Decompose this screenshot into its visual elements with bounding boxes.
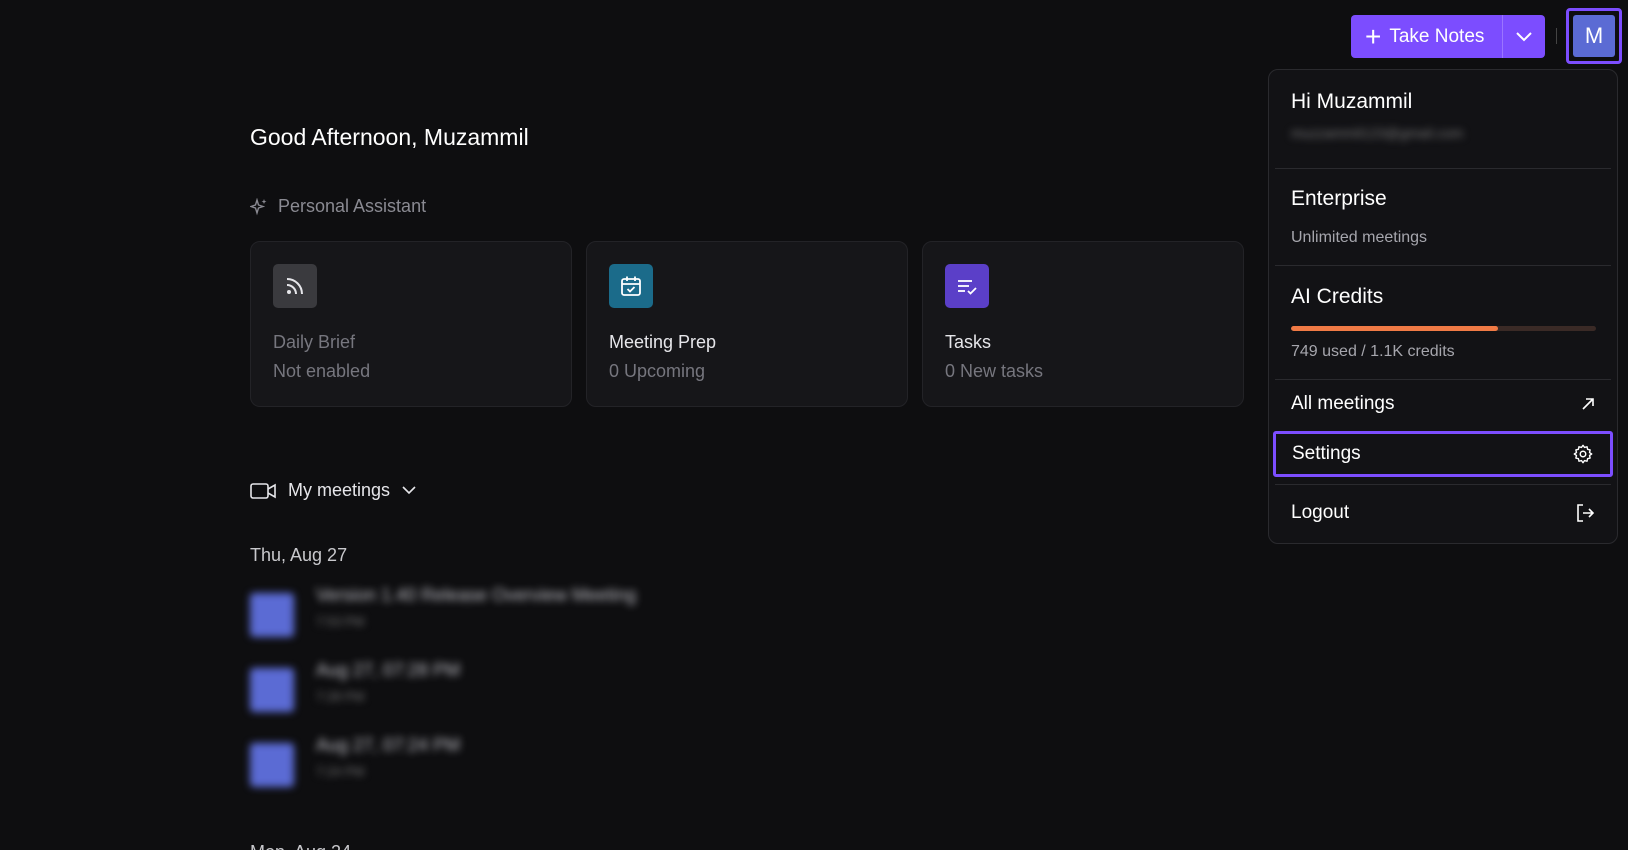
meeting-title: Version 1.40 Release Overview Meeting xyxy=(316,585,637,605)
divider xyxy=(1275,379,1611,380)
date-group-label: Thu, Aug 27 xyxy=(250,545,348,565)
card-title: Meeting Prep xyxy=(609,332,717,352)
gear-icon xyxy=(1573,444,1593,464)
date-group-label: Mon, Aug 24 xyxy=(250,842,351,850)
take-notes-dropdown-button[interactable] xyxy=(1503,15,1545,58)
page-title: Good Afternoon, Muzammil xyxy=(250,124,529,150)
credits-title: AI Credits xyxy=(1291,285,1384,308)
my-meetings-dropdown[interactable]: My meetings xyxy=(250,480,416,501)
take-notes-label: Take Notes xyxy=(1389,25,1485,47)
divider xyxy=(1275,168,1611,169)
logout-icon xyxy=(1577,504,1595,522)
meeting-prep-card[interactable]: Meeting Prep 0 Upcoming xyxy=(586,241,908,407)
meeting-thumbnail xyxy=(250,668,294,712)
meeting-list-item[interactable]: Aug 27, 07:24 PM 7:24 PM xyxy=(250,735,460,787)
divider xyxy=(1275,265,1611,266)
meeting-title: Aug 27, 07:28 PM xyxy=(316,660,461,680)
user-email: muzzammil123@gmail.com xyxy=(1291,125,1464,141)
settings-label: Settings xyxy=(1292,443,1361,464)
credits-detail: 749 used / 1.1K credits xyxy=(1291,343,1455,360)
divider xyxy=(1275,484,1611,485)
avatar: M xyxy=(1573,15,1615,57)
take-notes-button[interactable]: + Take Notes xyxy=(1351,15,1504,58)
meeting-time: 7:24 PM xyxy=(316,764,365,779)
chevron-down-icon xyxy=(1516,31,1533,41)
my-meetings-label: My meetings xyxy=(288,480,391,500)
calendar-check-icon xyxy=(609,264,653,308)
app-page: + Take Notes M Good Afternoon, Muzammil … xyxy=(0,0,1628,850)
personal-assistant-label: Personal Assistant xyxy=(278,196,427,216)
settings-menu-item[interactable]: Settings xyxy=(1273,431,1613,477)
meeting-thumbnail xyxy=(250,743,294,787)
plan-name: Enterprise xyxy=(1291,187,1387,210)
task-list-icon xyxy=(945,264,989,308)
user-greeting: Hi Muzammil xyxy=(1291,90,1413,113)
daily-brief-card[interactable]: Daily Brief Not enabled xyxy=(250,241,572,407)
card-title: Daily Brief xyxy=(273,332,356,352)
avatar-button[interactable]: M xyxy=(1566,8,1622,64)
meeting-thumbnail xyxy=(250,593,294,637)
chevron-down-icon xyxy=(402,486,416,495)
video-camera-icon xyxy=(250,482,276,499)
meeting-list-item[interactable]: Version 1.40 Release Overview Meeting 7:… xyxy=(250,585,636,637)
sparkle-icon xyxy=(250,197,267,215)
take-notes-button-group: + Take Notes xyxy=(1351,15,1546,58)
logout-label: Logout xyxy=(1291,502,1350,523)
plus-icon: + xyxy=(1365,20,1382,52)
header-separator xyxy=(1556,28,1557,44)
meeting-time: 7:53 PM xyxy=(316,614,365,629)
assistant-cards: Daily Brief Not enabled Meeting Prep 0 U… xyxy=(250,241,1244,407)
credits-progress-fill xyxy=(1291,326,1499,331)
card-subtitle: 0 Upcoming xyxy=(609,361,706,381)
all-meetings-label: All meetings xyxy=(1291,393,1395,414)
meeting-time: 7:28 PM xyxy=(316,689,365,704)
card-subtitle: Not enabled xyxy=(273,361,371,381)
credits-progress-bar xyxy=(1291,326,1596,331)
meeting-list-item[interactable]: Aug 27, 07:28 PM 7:28 PM xyxy=(250,660,460,712)
plan-detail: Unlimited meetings xyxy=(1291,229,1428,246)
meeting-title: Aug 27, 07:24 PM xyxy=(316,735,461,755)
arrow-up-right-icon xyxy=(1582,398,1594,410)
account-dropdown-menu: Hi Muzammil muzzammil123@gmail.com Enter… xyxy=(1268,69,1618,544)
card-subtitle: 0 New tasks xyxy=(945,361,1044,381)
all-meetings-menu-item[interactable]: All meetings xyxy=(1275,382,1611,426)
tasks-card[interactable]: Tasks 0 New tasks xyxy=(922,241,1244,407)
logout-menu-item[interactable]: Logout xyxy=(1275,490,1611,536)
card-title: Tasks xyxy=(945,332,992,352)
personal-assistant-header: Personal Assistant xyxy=(250,196,426,217)
rss-icon xyxy=(273,264,317,308)
